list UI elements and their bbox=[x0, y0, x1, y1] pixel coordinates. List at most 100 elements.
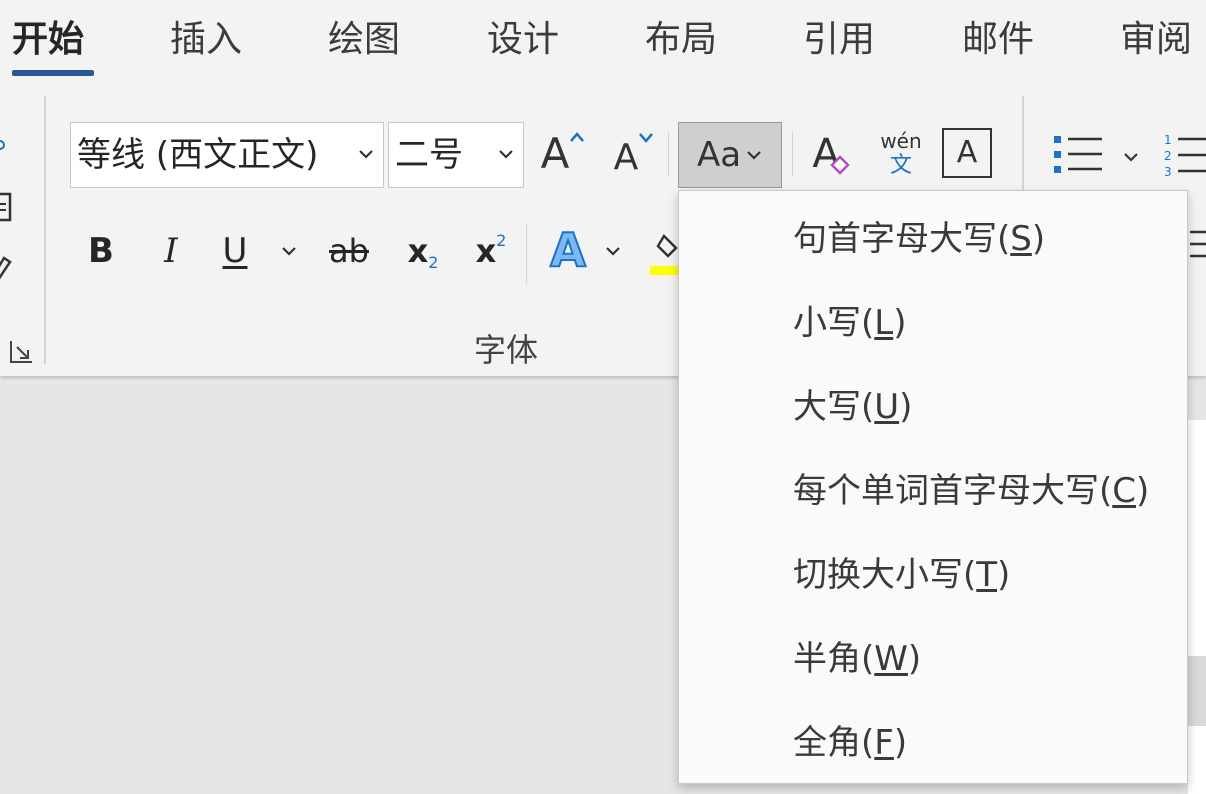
underline-button[interactable]: U bbox=[212, 224, 258, 278]
menu-item-label-end: ) bbox=[997, 555, 1011, 595]
menu-item-capitalize-each-word[interactable]: 每个单词首字母大写(C) bbox=[679, 449, 1187, 533]
document-selection-edge bbox=[1188, 656, 1206, 726]
shrink-font-button[interactable]: A bbox=[608, 124, 660, 184]
phonetic-pinyin-label: wén bbox=[880, 129, 922, 153]
font-name-value: 等线 (西文正文) bbox=[77, 135, 319, 175]
group-separator bbox=[1022, 96, 1024, 196]
underline-dropdown[interactable] bbox=[276, 238, 302, 264]
caret-up-icon bbox=[570, 132, 585, 142]
bullets-icon[interactable] bbox=[1050, 130, 1106, 180]
accelerator-key: W bbox=[874, 639, 908, 679]
menu-item-sentence-case[interactable]: 句首字母大写(S) bbox=[679, 197, 1187, 281]
underline-icon: U bbox=[222, 231, 248, 271]
group-separator bbox=[44, 96, 46, 364]
change-case-menu: 句首字母大写(S) 小写(L) 大写(U) 每个单词首字母大写(C) 切换大小写… bbox=[678, 190, 1188, 784]
format-painter-icon[interactable] bbox=[0, 248, 14, 284]
menu-item-label-end: ) bbox=[899, 387, 913, 427]
font-group-label: 字体 bbox=[474, 331, 539, 369]
menu-item-full-width[interactable]: 全角(F) bbox=[679, 701, 1187, 785]
menu-item-label-end: ) bbox=[1031, 219, 1046, 259]
caret-down-icon bbox=[639, 133, 654, 143]
text-effects-icon: A bbox=[549, 222, 587, 278]
shrink-font-icon: A bbox=[613, 137, 639, 178]
align-icon[interactable] bbox=[1186, 224, 1206, 264]
bold-icon: B bbox=[88, 231, 114, 271]
clipboard-small-icon[interactable] bbox=[0, 138, 8, 152]
menu-item-label-end: ) bbox=[907, 639, 922, 679]
chevron-down-icon bbox=[497, 145, 515, 167]
menu-item-label: 全角( bbox=[793, 723, 875, 763]
chevron-down-icon[interactable] bbox=[1118, 144, 1144, 170]
accelerator-key: U bbox=[874, 387, 900, 427]
change-case-label: Aa bbox=[696, 135, 742, 175]
menu-item-uppercase[interactable]: 大写(U) bbox=[679, 365, 1187, 449]
phonetic-guide-button[interactable]: wén 文 bbox=[872, 124, 930, 184]
clear-formatting-button[interactable]: A bbox=[804, 124, 860, 184]
character-border-button[interactable]: A bbox=[942, 128, 992, 178]
menu-item-label-end: ) bbox=[893, 303, 907, 343]
font-name-combobox[interactable]: 等线 (西文正文) bbox=[70, 122, 384, 188]
highlight-button[interactable] bbox=[646, 228, 678, 280]
highlighter-icon bbox=[650, 233, 678, 275]
subscript-index: 2 bbox=[428, 252, 439, 272]
strikethrough-icon: ab bbox=[329, 232, 369, 270]
accelerator-key: T bbox=[976, 555, 998, 595]
menu-item-half-width[interactable]: 半角(W) bbox=[679, 617, 1187, 701]
menu-item-label: 大写( bbox=[793, 387, 875, 427]
superscript-index: 2 bbox=[496, 230, 507, 250]
subscript-icon: x bbox=[407, 232, 429, 270]
menu-item-toggle-case[interactable]: 切换大小写(T) bbox=[679, 533, 1187, 617]
text-effects-button[interactable]: A bbox=[540, 220, 596, 280]
strikethrough-button[interactable]: ab bbox=[318, 224, 380, 278]
tab-review[interactable]: 审阅 bbox=[1120, 16, 1192, 64]
chevron-down-icon bbox=[357, 145, 375, 167]
menu-item-lowercase[interactable]: 小写(L) bbox=[679, 281, 1187, 365]
accelerator-key: S bbox=[1010, 219, 1032, 259]
active-tab-indicator bbox=[12, 70, 94, 76]
tab-draw[interactable]: 绘图 bbox=[328, 16, 400, 64]
svg-text:1: 1 bbox=[1164, 133, 1172, 147]
numbering-icon[interactable]: 1 2 3 bbox=[1160, 128, 1206, 182]
change-case-button[interactable]: Aa bbox=[678, 122, 782, 188]
accelerator-key: L bbox=[874, 303, 894, 343]
menu-item-label-end: ) bbox=[1136, 471, 1150, 511]
bold-button[interactable]: B bbox=[78, 224, 124, 278]
text-effects-dropdown[interactable] bbox=[600, 238, 626, 264]
separator bbox=[526, 224, 527, 284]
clipboard-dialog-launcher-icon[interactable] bbox=[8, 338, 36, 366]
menu-item-label: 每个单词首字母大写( bbox=[793, 471, 1113, 511]
chevron-down-icon bbox=[606, 247, 620, 256]
tab-references[interactable]: 引用 bbox=[803, 16, 875, 64]
menu-item-label: 切换大小写( bbox=[793, 555, 977, 595]
font-size-value: 二号 bbox=[395, 135, 463, 175]
eraser-icon bbox=[829, 155, 850, 175]
tab-insert[interactable]: 插入 bbox=[170, 16, 242, 64]
separator bbox=[668, 132, 669, 176]
italic-button[interactable]: I bbox=[148, 224, 194, 278]
tab-home[interactable]: 开始 bbox=[12, 16, 84, 64]
accelerator-key: F bbox=[874, 723, 894, 763]
tab-layout[interactable]: 布局 bbox=[645, 16, 717, 64]
chevron-down-icon bbox=[747, 151, 761, 160]
accelerator-key: C bbox=[1112, 471, 1137, 511]
chevron-down-icon bbox=[282, 247, 296, 256]
menu-item-label: 句首字母大写( bbox=[793, 219, 1011, 259]
tab-mailings[interactable]: 邮件 bbox=[962, 16, 1034, 64]
grow-font-button[interactable]: A bbox=[534, 124, 592, 184]
separator bbox=[792, 132, 793, 176]
svg-text:2: 2 bbox=[1164, 149, 1172, 163]
copy-icon[interactable] bbox=[0, 188, 14, 224]
document-page-edge bbox=[1188, 420, 1206, 794]
phonetic-char-label: 文 bbox=[889, 153, 912, 178]
ribbon-tab-bar: 开始 插入 绘图 设计 布局 引用 邮件 审阅 bbox=[0, 0, 1206, 88]
italic-icon: I bbox=[164, 231, 178, 271]
grow-font-icon: A bbox=[540, 129, 570, 178]
menu-item-label: 小写( bbox=[793, 303, 875, 343]
subscript-button[interactable]: x 2 bbox=[400, 224, 446, 278]
superscript-button[interactable]: x 2 bbox=[468, 224, 514, 278]
tab-design[interactable]: 设计 bbox=[487, 16, 559, 64]
superscript-icon: x bbox=[475, 232, 497, 270]
svg-text:3: 3 bbox=[1164, 165, 1172, 179]
menu-item-label-end: ) bbox=[893, 723, 908, 763]
font-size-combobox[interactable]: 二号 bbox=[388, 122, 524, 188]
